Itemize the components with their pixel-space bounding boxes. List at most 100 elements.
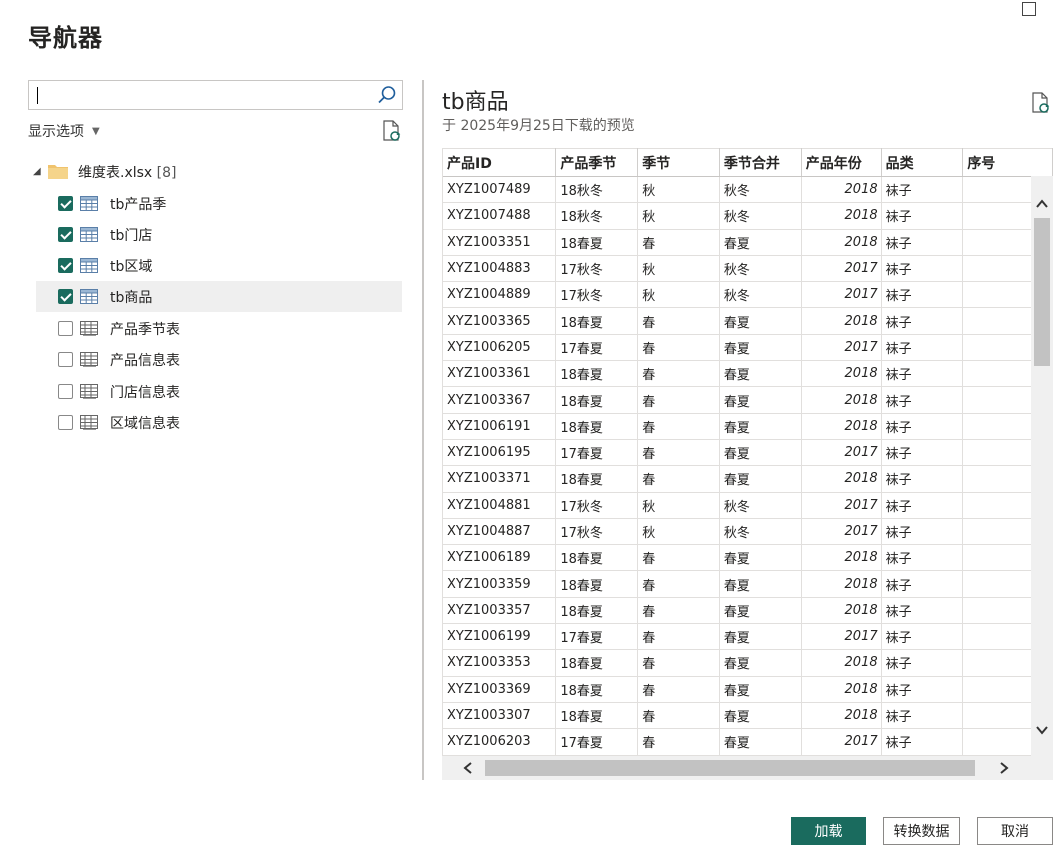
tree-item[interactable]: 区域信息表 xyxy=(28,407,403,438)
load-button[interactable]: 加载 xyxy=(791,817,866,845)
horizontal-scrollbar[interactable] xyxy=(442,756,1053,780)
transform-data-button[interactable]: 转换数据 xyxy=(883,817,960,845)
table-row[interactable]: XYZ100620517春夏春春夏2017袜子2 xyxy=(443,334,1053,362)
chevron-down-icon: ▼ xyxy=(92,125,100,137)
expand-triangle-icon[interactable]: ◢ xyxy=(33,166,41,177)
column-header[interactable]: 季节 xyxy=(637,148,720,177)
vertical-scroll-thumb[interactable] xyxy=(1034,218,1050,366)
table-cell: 秋 xyxy=(637,492,720,519)
column-header[interactable]: 品类 xyxy=(881,148,964,177)
column-header[interactable]: 产品ID xyxy=(443,148,557,177)
table-row[interactable]: XYZ100748818秋冬秋秋冬2018袜子2 xyxy=(443,202,1053,230)
sheet-icon xyxy=(80,352,98,367)
table-cell: 18秋冬 xyxy=(555,202,639,230)
table-cell: 18春夏 xyxy=(555,649,639,677)
tree-item[interactable]: tb区域 xyxy=(28,250,403,281)
table-cell: 17春夏 xyxy=(555,728,639,756)
tree-item[interactable]: tb产品季 xyxy=(28,188,403,219)
table-cell: 18秋冬 xyxy=(555,176,639,204)
table-row[interactable]: XYZ100336118春夏春春夏2018袜子2 xyxy=(443,360,1053,388)
search-input[interactable] xyxy=(35,84,370,106)
table-row[interactable]: XYZ100337118春夏春春夏2018袜子2 xyxy=(443,465,1053,493)
table-row[interactable]: XYZ100336918春夏春春夏2018袜子2 xyxy=(443,676,1053,703)
table-row[interactable]: XYZ100488917秋冬秋秋冬2017袜子2 xyxy=(443,281,1053,309)
table-cell: 袜子 xyxy=(881,360,964,388)
table-row[interactable]: XYZ100336718春夏春春夏2018袜子2 xyxy=(443,386,1053,414)
tree-item[interactable]: 产品信息表 xyxy=(28,344,403,375)
table-cell: 秋 xyxy=(637,518,720,546)
table-cell: XYZ1003361 xyxy=(443,360,557,388)
table-cell: 春 xyxy=(637,597,720,625)
refresh-preview-icon[interactable] xyxy=(1031,92,1051,114)
scroll-right-icon[interactable] xyxy=(996,760,1012,776)
scroll-left-icon[interactable] xyxy=(460,760,476,776)
tree-item-label: 区域信息表 xyxy=(110,415,180,432)
table-cell: 2017 xyxy=(801,728,882,756)
tree-item-checkbox[interactable] xyxy=(58,352,73,367)
cancel-button[interactable]: 取消 xyxy=(977,817,1053,845)
table-cell: 2017 xyxy=(801,334,882,362)
tree-item[interactable]: tb门店 xyxy=(28,219,403,250)
column-header[interactable]: 季节合并 xyxy=(719,148,802,177)
table-row[interactable]: XYZ100619517春夏春春夏2017袜子2 xyxy=(443,439,1053,467)
tree-item[interactable]: 产品季节表 xyxy=(28,313,403,344)
search-icon[interactable] xyxy=(376,84,398,106)
table-cell: 袜子 xyxy=(881,728,964,756)
scroll-down-icon[interactable] xyxy=(1034,722,1050,738)
table-row[interactable]: XYZ100335118春夏春春夏2018袜子2 xyxy=(443,229,1053,256)
table-cell: 2018 xyxy=(801,413,882,440)
table-cell: 18春夏 xyxy=(555,229,639,256)
table-row[interactable]: XYZ100618918春夏春春夏2018袜子2 xyxy=(443,544,1053,572)
table-cell: 春夏 xyxy=(719,307,802,335)
table-row[interactable]: XYZ100488317秋冬秋秋冬2017袜子2 xyxy=(443,255,1053,283)
tree-item[interactable]: 门店信息表 xyxy=(28,376,403,407)
table-cell: XYZ1003307 xyxy=(443,702,557,730)
table-row[interactable]: XYZ100619917春夏春春夏2017袜子2 xyxy=(443,623,1053,651)
horizontal-scroll-thumb[interactable] xyxy=(485,760,975,776)
tree-item-label: tb区域 xyxy=(110,258,153,275)
table-cell: 春 xyxy=(637,676,720,703)
table-row[interactable]: XYZ100335718春夏春春夏2018袜子2 xyxy=(443,597,1053,625)
table-row[interactable]: XYZ100330718春夏春春夏2018袜子2 xyxy=(443,702,1053,730)
refresh-document-icon[interactable] xyxy=(382,120,402,142)
column-header[interactable]: 产品年份 xyxy=(801,148,882,177)
table-cell: 春 xyxy=(637,386,720,414)
maximize-button[interactable] xyxy=(1022,2,1036,16)
tree-folder-row[interactable]: ◢ 维度表.xlsx [8] xyxy=(28,156,403,187)
tree-item-checkbox[interactable] xyxy=(58,289,73,304)
table-cell: XYZ1003365 xyxy=(443,307,557,335)
tree-item-checkbox[interactable] xyxy=(58,321,73,336)
vertical-scrollbar[interactable] xyxy=(1031,176,1053,756)
tree-item-label: 产品信息表 xyxy=(110,352,180,369)
table-row[interactable]: XYZ100336518春夏春春夏2018袜子2 xyxy=(443,307,1053,335)
tree-item[interactable]: tb商品 xyxy=(36,281,402,312)
tree-item-checkbox[interactable] xyxy=(58,227,73,242)
search-box[interactable] xyxy=(28,80,403,110)
table-row[interactable]: XYZ100488717秋冬秋秋冬2017袜子2 xyxy=(443,518,1053,546)
table-cell: 春夏 xyxy=(719,386,802,414)
table-cell: 2018 xyxy=(801,676,882,703)
table-cell: 17秋冬 xyxy=(555,518,639,546)
table-cell: 18春夏 xyxy=(555,676,639,703)
table-cell: 袜子 xyxy=(881,492,964,519)
table-row[interactable]: XYZ100620317春夏春春夏2017袜子2 xyxy=(443,728,1053,756)
tree-item-checkbox[interactable] xyxy=(58,258,73,273)
pane-divider[interactable] xyxy=(422,80,424,780)
table-row[interactable]: XYZ100619118春夏春春夏2018袜子2 xyxy=(443,413,1053,440)
column-header[interactable]: 产品季节 xyxy=(555,148,639,177)
table-row[interactable]: XYZ100335318春夏春春夏2018袜子2 xyxy=(443,649,1053,677)
tree-item-checkbox[interactable] xyxy=(58,415,73,430)
display-options-dropdown[interactable]: 显示选项 ▼ xyxy=(28,121,100,141)
table-row[interactable]: XYZ100748918秋冬秋秋冬2018袜子2 xyxy=(443,176,1053,204)
table-cell: 春 xyxy=(637,334,720,362)
tree-item-checkbox[interactable] xyxy=(58,196,73,211)
table-cell: 袜子 xyxy=(881,307,964,335)
scroll-up-icon[interactable] xyxy=(1034,196,1050,212)
column-header[interactable]: 序号 xyxy=(962,148,1053,177)
tree-item-label: 产品季节表 xyxy=(110,321,180,338)
table-cell: 春 xyxy=(637,702,720,730)
tree-item-checkbox[interactable] xyxy=(58,384,73,399)
table-row[interactable]: XYZ100335918春夏春春夏2018袜子2 xyxy=(443,570,1053,598)
table-cell: XYZ1006191 xyxy=(443,413,557,440)
table-row[interactable]: XYZ100488117秋冬秋秋冬2017袜子2 xyxy=(443,492,1053,519)
